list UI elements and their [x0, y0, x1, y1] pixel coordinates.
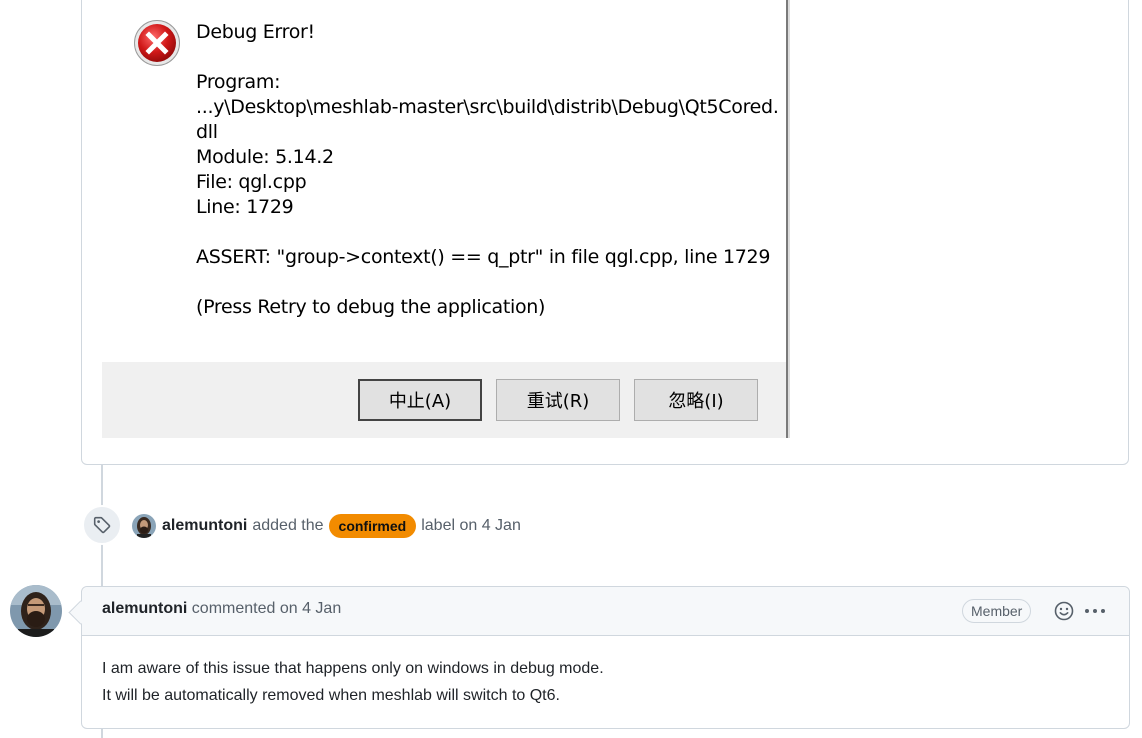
abort-button: 中止(A): [358, 379, 482, 421]
label-event: alemuntoni added the confirmed label on …: [132, 513, 521, 539]
comment-author[interactable]: alemuntoni: [102, 600, 187, 617]
dialog-line: ...y\Desktop\meshlab-master\src\build\di…: [196, 96, 779, 118]
dialog-assert: ASSERT: "group->context() == q_ptr" in f…: [196, 246, 771, 268]
comment-body-line: I am aware of this issue that happens on…: [102, 660, 604, 677]
dialog-line: Line: 1729: [196, 196, 294, 218]
smiley-icon[interactable]: [1053, 600, 1075, 622]
ignore-button: 忽略(I): [634, 379, 758, 421]
event-suffix: label on 4 Jan: [421, 517, 521, 534]
tag-icon-glyph: [93, 516, 111, 534]
avatar[interactable]: [132, 514, 156, 538]
error-icon: [134, 20, 180, 66]
comment-body-line: It will be automatically removed when me…: [102, 687, 560, 704]
member-badge: Member: [962, 599, 1032, 623]
timeline-line: [101, 728, 103, 738]
avatar[interactable]: [10, 585, 62, 637]
event-action: added the: [252, 517, 324, 534]
retry-button: 重试(R): [496, 379, 620, 421]
dialog-line: Program:: [196, 71, 281, 93]
tag-icon: [82, 505, 122, 545]
comment-meta: alemuntoni commented on 4 Jan: [102, 600, 341, 618]
dialog-line: Module: 5.14.2: [196, 146, 334, 168]
label-confirmed[interactable]: confirmed: [328, 514, 417, 538]
dialog-hint: (Press Retry to debug the application): [196, 296, 546, 318]
comment-date[interactable]: commented on 4 Jan: [192, 600, 341, 617]
kebab-menu-icon[interactable]: [1083, 600, 1107, 622]
dialog-line: File: qgl.cpp: [196, 171, 307, 193]
dialog-edge-shadow: [788, 0, 790, 438]
dialog-line: dll: [196, 121, 218, 143]
dialog-title: Debug Error!: [196, 21, 315, 43]
event-author[interactable]: alemuntoni: [162, 517, 247, 535]
